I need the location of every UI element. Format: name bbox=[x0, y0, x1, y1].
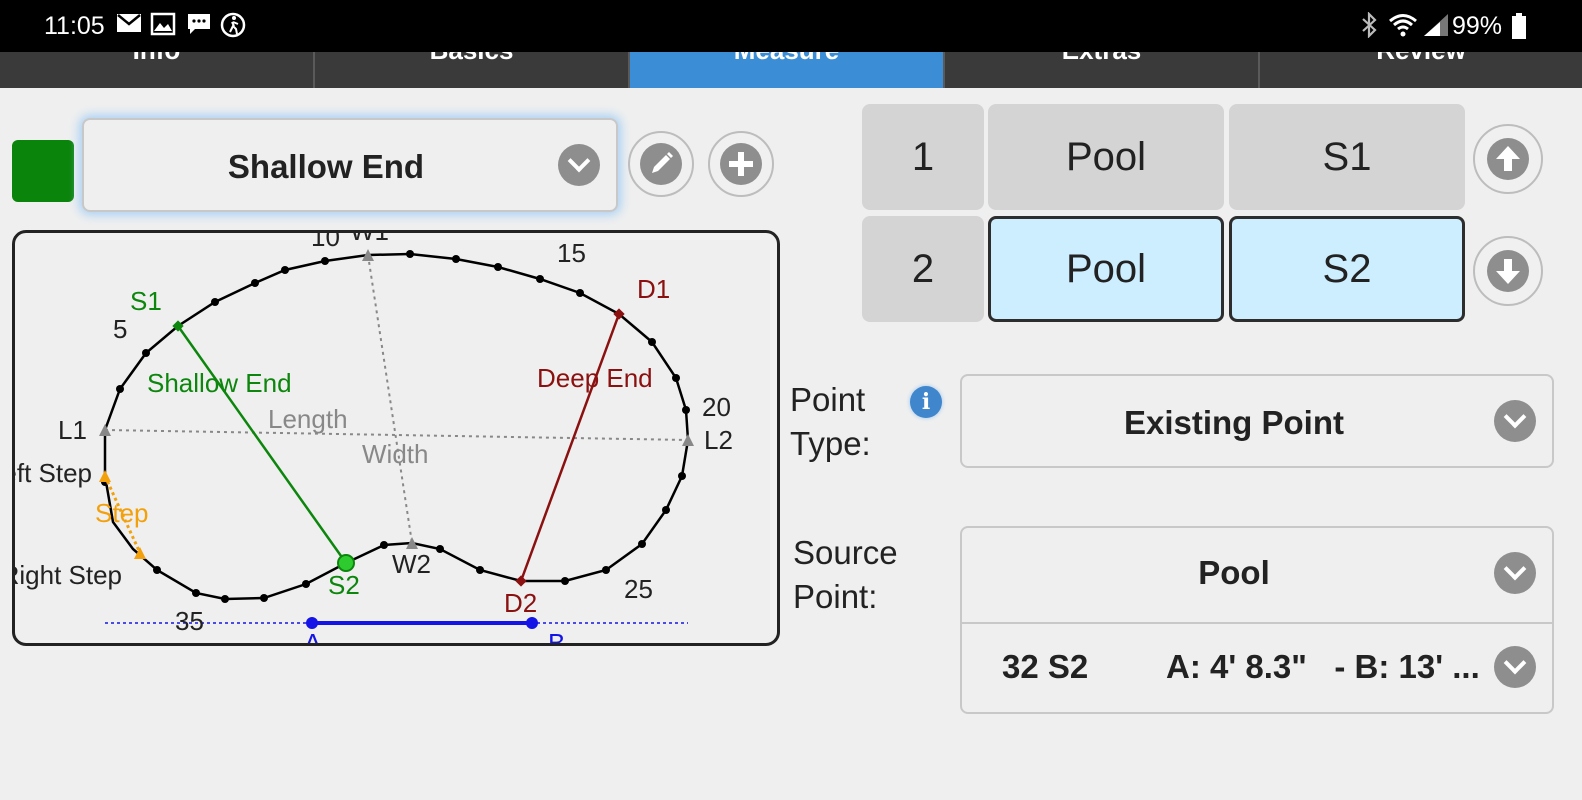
pool-outline bbox=[103, 252, 690, 601]
label-w1: W1 bbox=[350, 233, 389, 246]
arrow-down-icon bbox=[1487, 250, 1529, 292]
status-bar: 11:05 99% bbox=[0, 0, 1582, 52]
label-l1: L1 bbox=[58, 415, 87, 445]
arrow-up-icon bbox=[1487, 138, 1529, 180]
point-type-label: Point Type: bbox=[790, 381, 871, 462]
label-20: 20 bbox=[702, 392, 731, 422]
label-deep-end: Deep End bbox=[537, 363, 653, 393]
label-right-step: Right Step bbox=[15, 560, 122, 590]
tab-basics[interactable]: Basics bbox=[315, 52, 630, 88]
point-type-value: Existing Point bbox=[1123, 404, 1344, 441]
row-2-index[interactable]: 2 bbox=[862, 216, 984, 322]
tab-info[interactable]: Info bbox=[0, 52, 315, 88]
tab-bar: Info Basics Measure Extras Review bbox=[0, 52, 1582, 88]
label-shallow-end: Shallow End bbox=[147, 368, 292, 398]
label-w2: W2 bbox=[392, 549, 431, 579]
row-1-point[interactable]: S1 bbox=[1229, 104, 1465, 210]
label-length: Length bbox=[268, 404, 348, 434]
selected-point-s2 bbox=[337, 554, 355, 572]
tab-measure[interactable]: Measure bbox=[630, 52, 945, 88]
wifi-icon bbox=[1388, 12, 1418, 44]
source-point-label: Source Point: bbox=[793, 534, 898, 615]
label-35: 35 bbox=[175, 606, 204, 636]
battery-percent: 99% bbox=[1452, 12, 1503, 40]
point-b-marker bbox=[526, 617, 538, 629]
label-25: 25 bbox=[624, 574, 653, 604]
row-2-source[interactable]: Pool bbox=[988, 216, 1224, 322]
label-d2: D2 bbox=[504, 588, 537, 618]
label-s2: S2 bbox=[328, 570, 360, 600]
label-l2: L2 bbox=[704, 425, 733, 455]
activity-icon bbox=[220, 12, 246, 44]
edit-section-button[interactable] bbox=[628, 131, 694, 197]
pool-diagram[interactable]: S1 S2 D1 D2 L1 L2 W1 W2 5 10 15 20 25 35… bbox=[12, 230, 780, 646]
signal-icon bbox=[1422, 12, 1450, 44]
image-icon bbox=[150, 12, 176, 42]
label-step: Step bbox=[95, 498, 149, 528]
tab-extras[interactable]: Extras bbox=[945, 52, 1260, 88]
section-dropdown[interactable]: Shallow End bbox=[82, 118, 618, 212]
pencil-icon bbox=[640, 143, 682, 185]
chevron-down-icon bbox=[1494, 400, 1536, 442]
info-icon[interactable]: i bbox=[910, 386, 942, 418]
label-15: 15 bbox=[557, 238, 586, 268]
label-b: B bbox=[548, 628, 565, 643]
label-s1: S1 bbox=[130, 286, 162, 316]
move-down-button[interactable] bbox=[1473, 236, 1543, 306]
deep-end-line bbox=[519, 313, 621, 582]
point-type-dropdown[interactable]: Existing Point bbox=[960, 374, 1554, 468]
source-value: Pool bbox=[1198, 554, 1270, 591]
point-name: 32 S2 bbox=[1002, 648, 1089, 685]
mail-icon bbox=[116, 12, 142, 40]
label-width: Width bbox=[362, 439, 428, 469]
shallow-end-line bbox=[176, 325, 348, 564]
row-2-point[interactable]: S2 bbox=[1229, 216, 1465, 322]
move-up-button[interactable] bbox=[1473, 124, 1543, 194]
source-point-box: Pool 32 S2 A: 4' 8.3" - B: 13' ... bbox=[960, 526, 1554, 714]
point-detail: A: 4' 8.3" - B: 13' ... bbox=[1166, 648, 1480, 685]
section-color-swatch[interactable] bbox=[12, 140, 74, 202]
label-d1: D1 bbox=[637, 274, 670, 304]
guide-markers bbox=[99, 249, 694, 549]
chevron-down-icon bbox=[1494, 552, 1536, 594]
chevron-down-icon bbox=[1494, 646, 1536, 688]
section-selected-label: Shallow End bbox=[227, 148, 425, 185]
label-5: 5 bbox=[113, 314, 127, 344]
label-left-step: Left Step bbox=[15, 458, 92, 488]
tab-review[interactable]: Review bbox=[1260, 52, 1582, 88]
chevron-down-icon bbox=[558, 144, 600, 186]
battery-icon bbox=[1510, 12, 1528, 46]
plus-icon bbox=[720, 143, 762, 185]
label-a: A bbox=[304, 628, 322, 643]
chat-icon bbox=[186, 12, 212, 42]
source-dropdown[interactable]: Pool bbox=[962, 528, 1552, 622]
bluetooth-icon bbox=[1360, 11, 1378, 44]
point-dropdown[interactable]: 32 S2 A: 4' 8.3" - B: 13' ... bbox=[962, 624, 1552, 712]
row-1-source[interactable]: Pool bbox=[988, 104, 1224, 210]
width-line bbox=[367, 254, 413, 544]
add-section-button[interactable] bbox=[708, 131, 774, 197]
label-10: 10 bbox=[311, 233, 340, 252]
status-time: 11:05 bbox=[44, 12, 105, 40]
row-1-index[interactable]: 1 bbox=[862, 104, 984, 210]
